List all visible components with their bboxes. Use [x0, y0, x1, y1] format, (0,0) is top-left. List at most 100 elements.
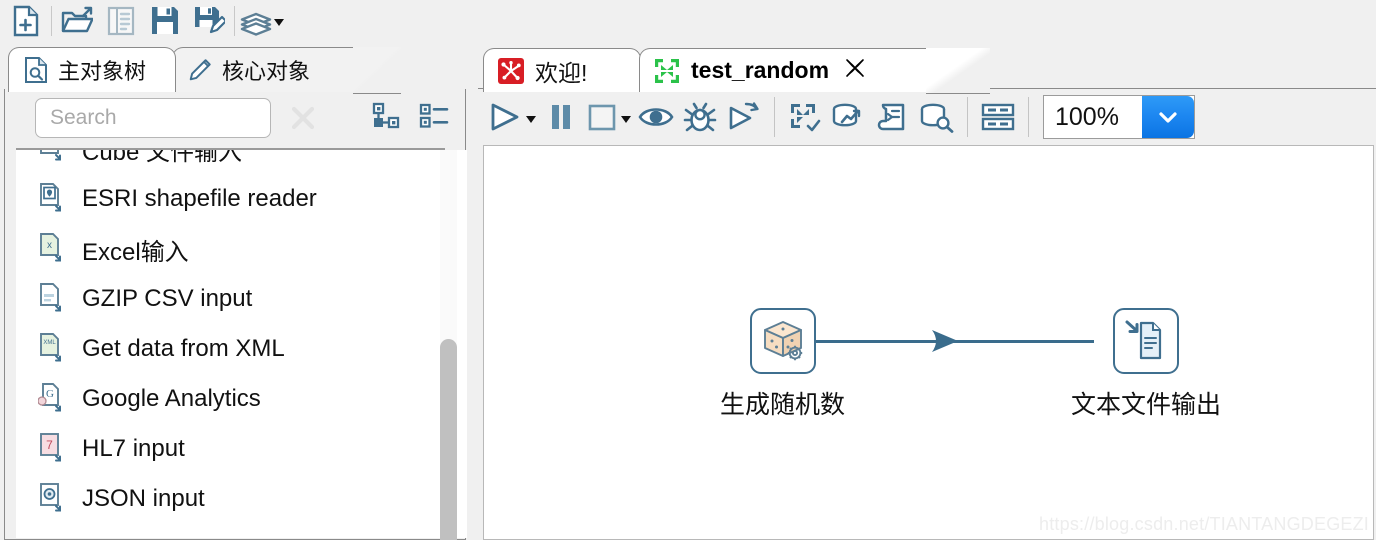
tab-test-random-label: test_random — [691, 57, 830, 83]
show-grid-button[interactable] — [979, 93, 1017, 141]
excel-input-icon: x — [40, 233, 61, 262]
spoon-window: 主对象树 核心对象 Search Cube 文件输入 ESRI shapefil… — [0, 0, 1376, 540]
left-scrollbar-thumb[interactable] — [440, 339, 457, 540]
play-icon — [491, 103, 519, 131]
generate-sql-button[interactable] — [874, 93, 912, 141]
list-item[interactable]: GZIP CSV input — [16, 274, 441, 324]
perspective-caret-icon — [273, 18, 284, 26]
tab-welcome-label: 欢迎! — [535, 59, 588, 86]
list-item[interactable]: Cube 文件输入 — [16, 150, 441, 174]
pause-button[interactable] — [542, 93, 580, 141]
search-row — [5, 89, 465, 147]
debug-button[interactable] — [681, 93, 719, 141]
list-item-label: Cube 文件输入 — [82, 150, 243, 166]
step-text-file-output-label: 文本文件输出 — [1071, 391, 1222, 419]
list-item-label: GZIP CSV input — [82, 285, 253, 312]
replay-icon — [729, 102, 759, 130]
list-item[interactable]: ESRI shapefile reader — [16, 174, 441, 224]
step-text-file-output-box[interactable] — [1113, 308, 1179, 374]
svg-text:x: x — [47, 240, 52, 251]
step-generate-random-box[interactable] — [749, 308, 816, 374]
editor-tabbar: 欢迎! test_random — [478, 45, 1376, 94]
steps-tree-list: Cube 文件输入 ESRI shapefile reader x Excel输… — [16, 150, 441, 524]
canvas-toolbar-separator-3 — [1028, 97, 1029, 137]
canvas-toolbar-separator-2 — [967, 97, 968, 137]
list-item[interactable]: G Google Analytics — [16, 374, 441, 424]
search-clear-button[interactable] — [283, 98, 323, 138]
pencil-icon — [189, 59, 211, 81]
list-item-label: Get data from XML — [82, 335, 285, 362]
list-item-label: ESRI shapefile reader — [82, 185, 317, 212]
stop-button[interactable] — [586, 93, 631, 141]
explore-db-button[interactable] — [918, 93, 956, 141]
canvas-toolbar: 100% — [478, 89, 1376, 145]
close-x-icon — [846, 58, 864, 77]
canvas-toolbar-separator-1 — [774, 97, 775, 137]
analyze-impact-button[interactable] — [830, 93, 868, 141]
run-button[interactable] — [487, 93, 536, 141]
list-view-toggle[interactable] — [419, 102, 449, 135]
svg-text:G: G — [46, 388, 54, 400]
step-generate-random[interactable]: 生成随机数 — [720, 308, 845, 421]
toolbar-separator-1 — [51, 5, 52, 36]
tab-main-object-tree-label: 主对象树 — [58, 59, 147, 84]
gzip-csv-icon — [40, 283, 61, 312]
close-x-icon — [291, 106, 315, 130]
list-item-label: JSON input — [82, 485, 205, 512]
replay-button[interactable] — [725, 93, 763, 141]
hop-arrow-icon — [932, 330, 958, 352]
list-item[interactable]: XML Get data from XML — [16, 324, 441, 374]
google-analytics-icon: G — [38, 383, 61, 412]
main-toolbar — [0, 0, 1376, 41]
new-file-button[interactable] — [4, 2, 48, 40]
transformation-canvas[interactable]: 生成随机数 文本文件输出 https://blog.csdn.net/TIANT… — [483, 145, 1374, 540]
sql-scroll-icon — [877, 103, 905, 131]
step-text-file-output[interactable]: 文本文件输出 — [1071, 308, 1221, 421]
svg-text:XML: XML — [43, 340, 56, 346]
save-as-button[interactable] — [187, 2, 231, 40]
tab-core-objects-label: 核心对象 — [222, 59, 311, 84]
run-caret-icon — [526, 116, 536, 123]
zoom-combo[interactable]: 100% — [1043, 95, 1195, 139]
tab-core-objects[interactable]: 核心对象 — [172, 47, 401, 94]
left-tabbar: 主对象树 核心对象 — [0, 44, 470, 94]
db-impact-icon — [832, 103, 861, 127]
stop-icon — [588, 104, 616, 131]
new-file-icon — [13, 5, 39, 36]
tab-close-button[interactable] — [843, 56, 867, 86]
zoom-dropdown-button[interactable] — [1142, 96, 1194, 138]
left-panel: 主对象树 核心对象 Search Cube 文件输入 ESRI shapefil… — [0, 41, 470, 540]
svg-text:7: 7 — [46, 438, 53, 452]
view-toggle-group — [371, 102, 449, 135]
open-folder-icon — [61, 6, 93, 32]
perspective-button[interactable] — [238, 2, 284, 40]
tab-main-object-tree[interactable]: 主对象树 — [8, 47, 176, 92]
document-search-icon — [25, 57, 47, 83]
layers-icon — [240, 12, 271, 36]
pause-icon — [552, 105, 570, 129]
xml-input-icon: XML — [40, 333, 61, 362]
tab-welcome[interactable]: 欢迎! — [483, 48, 641, 92]
search-input[interactable] — [35, 98, 271, 138]
explore-icon — [107, 6, 135, 35]
hl7-input-icon: 7 — [40, 433, 61, 462]
tree-view-toggle[interactable] — [371, 102, 401, 135]
step-generate-random-label: 生成随机数 — [720, 391, 846, 419]
list-item[interactable]: 7 HL7 input — [16, 424, 441, 474]
verify-icon — [791, 104, 821, 132]
list-item-label: Excel输入 — [82, 238, 189, 266]
welcome-star-icon — [498, 57, 524, 84]
left-panel-body: Cube 文件输入 ESRI shapefile reader — [4, 89, 467, 540]
tab-test-random[interactable]: test_random — [639, 48, 990, 94]
preview-button[interactable] — [637, 93, 675, 141]
open-file-button[interactable] — [55, 2, 99, 40]
list-item[interactable]: JSON input — [16, 474, 441, 524]
steps-tree[interactable]: Cube 文件输入 ESRI shapefile reader x Excel输… — [16, 150, 467, 538]
explore-button[interactable] — [99, 2, 143, 40]
verify-button[interactable] — [786, 93, 824, 141]
save-as-icon — [195, 7, 225, 34]
save-button[interactable] — [143, 2, 187, 40]
list-item[interactable]: x Excel输入 — [16, 224, 441, 274]
bug-icon — [683, 102, 717, 132]
toolbar-separator-2 — [234, 5, 235, 36]
